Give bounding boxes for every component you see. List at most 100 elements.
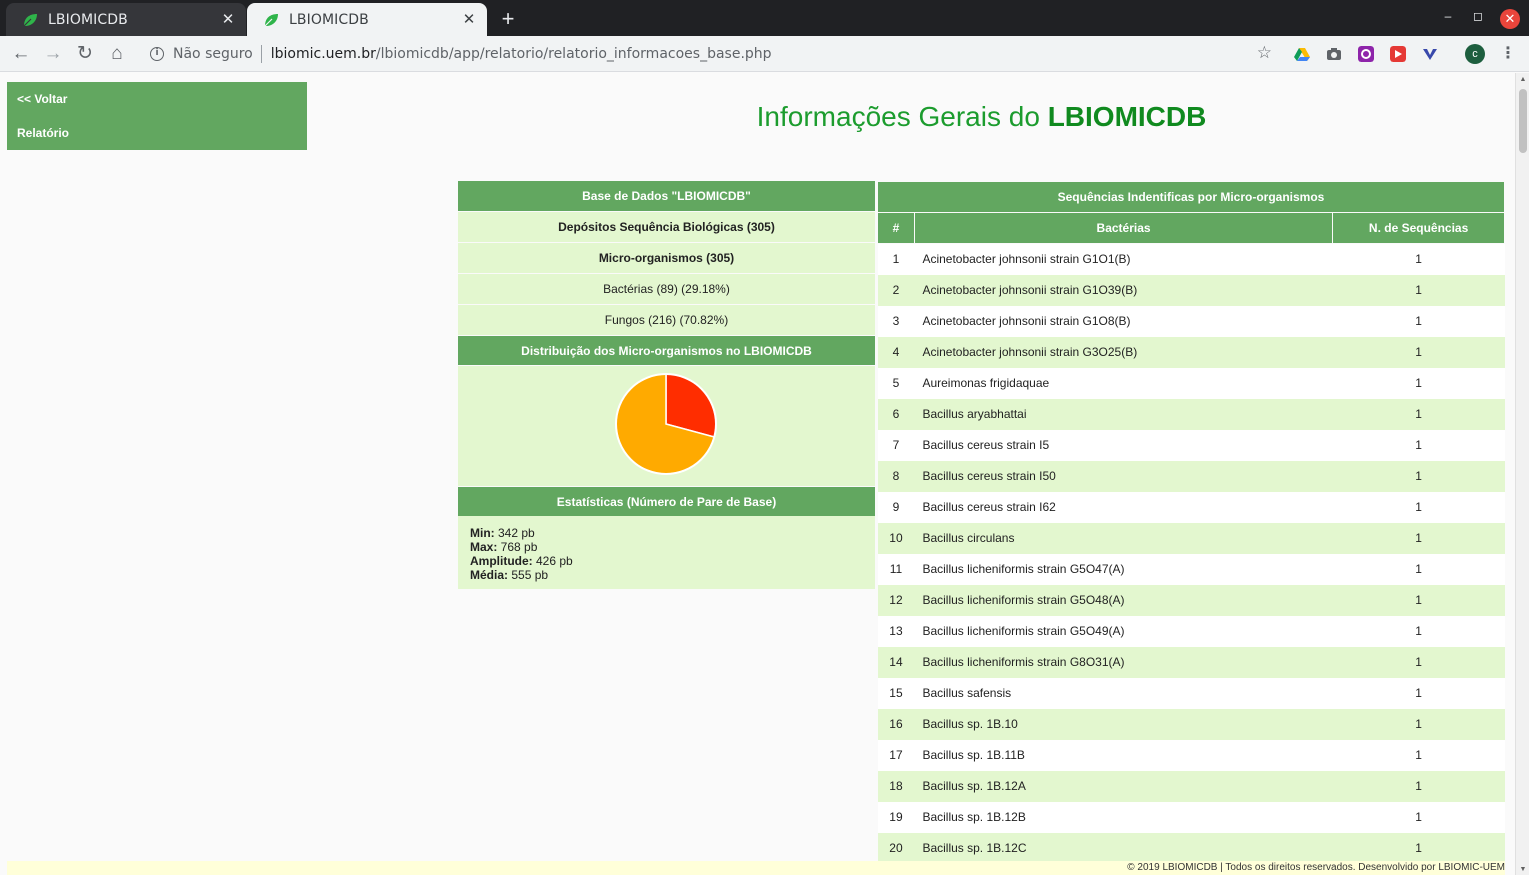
table-row: 9 Bacillus cereus strain I62 1 (877, 491, 1505, 523)
sequence-count: 1 (1332, 305, 1505, 337)
browser-tab[interactable]: LBIOMICDB ✕ (6, 3, 246, 36)
bacteria-name: Bacillus sp. 1B.11B (914, 739, 1333, 771)
home-icon[interactable]: ⌂ (106, 43, 128, 65)
microorganisms-row: Micro-organismos (305) (458, 242, 875, 273)
column-header-count: N. de Sequências (1332, 212, 1505, 244)
table-row: 10 Bacillus circulans 1 (877, 522, 1505, 554)
window-close-icon[interactable]: ✕ (1500, 9, 1520, 29)
row-number: 3 (877, 305, 915, 337)
page-content: << Voltar Relatório Informações Gerais d… (0, 73, 1515, 875)
column-header-number: # (877, 212, 915, 244)
bacteria-name: Bacillus circulans (914, 522, 1333, 554)
bacteria-name: Bacillus licheniformis strain G5O47(A) (914, 553, 1333, 585)
menu-dots-icon[interactable]: ⋮ (1500, 44, 1516, 64)
row-number: 5 (877, 367, 915, 399)
bacteria-name: Acinetobacter johnsonii strain G3O25(B) (914, 336, 1333, 368)
maximize-icon[interactable]: ◻ (1469, 9, 1487, 23)
table-row: 13 Bacillus licheniformis strain G5O49(A)… (877, 615, 1505, 647)
address-bar[interactable]: i Não seguro lbiomic.uem.br/lbiomicdb/ap… (140, 39, 1280, 69)
close-icon[interactable]: ✕ (220, 11, 236, 28)
table-row: 15 Bacillus safensis 1 (877, 677, 1505, 709)
row-number: 19 (877, 801, 915, 833)
avatar[interactable]: c (1465, 44, 1485, 64)
back-link[interactable]: << Voltar (17, 92, 297, 126)
info-icon[interactable]: i (150, 47, 164, 61)
row-number: 18 (877, 770, 915, 802)
sequence-count: 1 (1332, 615, 1505, 647)
bookmark-star-icon[interactable]: ☆ (1257, 43, 1272, 63)
table-row: 6 Bacillus aryabhattai 1 (877, 398, 1505, 430)
database-summary-panel: Base de Dados "LBIOMICDB" Depósitos Sequ… (458, 181, 875, 589)
stat-max: Max: 768 pb (470, 540, 863, 554)
stat-label: Max: (470, 540, 498, 554)
stats-box: Min: 342 pb Max: 768 pb Amplitude: 426 p… (458, 516, 875, 589)
row-number: 13 (877, 615, 915, 647)
table-row: 2 Acinetobacter johnsonii strain G1O39(B)… (877, 274, 1505, 306)
sequence-count: 1 (1332, 801, 1505, 833)
table-row: 12 Bacillus licheniformis strain G5O48(A)… (877, 584, 1505, 616)
sequence-count: 1 (1332, 584, 1505, 616)
scroll-down-icon[interactable]: ▼ (1519, 866, 1527, 873)
sequences-panel: Sequências Indentificas por Micro-organi… (877, 181, 1505, 864)
sequences-header: Sequências Indentificas por Micro-organi… (877, 181, 1505, 213)
table-row: 4 Acinetobacter johnsonii strain G3O25(B)… (877, 336, 1505, 368)
bacteria-name: Bacillus sp. 1B.12C (914, 832, 1333, 864)
table-row: 20 Bacillus sp. 1B.12C 1 (877, 832, 1505, 864)
title-brand: LBIOMICDB (1047, 101, 1207, 132)
db-header: Base de Dados "LBIOMICDB" (458, 181, 875, 211)
camera-icon[interactable] (1326, 46, 1342, 62)
row-number: 15 (877, 677, 915, 709)
browser-tab-active[interactable]: LBIOMICDB ✕ (247, 3, 487, 36)
row-number: 8 (877, 460, 915, 492)
sequence-count: 1 (1332, 522, 1505, 554)
table-row: 11 Bacillus licheniformis strain G5O47(A)… (877, 553, 1505, 585)
reload-icon[interactable]: ↻ (74, 43, 96, 65)
row-number: 9 (877, 491, 915, 523)
extension-icon[interactable] (1358, 46, 1374, 62)
bacteria-name: Bacillus licheniformis strain G5O48(A) (914, 584, 1333, 616)
bacteria-name: Bacillus sp. 1B.12B (914, 801, 1333, 833)
table-row: 1 Acinetobacter johnsonii strain G1O1(B) 1 (877, 243, 1505, 275)
fungi-row: Fungos (216) (70.82%) (458, 304, 875, 335)
sequence-count: 1 (1332, 646, 1505, 678)
sequence-count: 1 (1332, 739, 1505, 771)
sequence-count: 1 (1332, 460, 1505, 492)
row-number: 11 (877, 553, 915, 585)
new-tab-button[interactable]: + (497, 8, 519, 30)
bacteria-name: Bacillus aryabhattai (914, 398, 1333, 430)
row-number: 17 (877, 739, 915, 771)
bacteria-name: Bacillus cereus strain I5 (914, 429, 1333, 461)
row-number: 2 (877, 274, 915, 306)
stat-min: Min: 342 pb (470, 526, 863, 540)
divider (260, 45, 262, 63)
bacteria-name: Acinetobacter johnsonii strain G1O39(B) (914, 274, 1333, 306)
vpn-icon[interactable] (1422, 46, 1438, 62)
bacteria-row: Bactérias (89) (29.18%) (458, 273, 875, 304)
report-link[interactable]: Relatório (17, 126, 297, 160)
footer: © 2019 LBIOMICDB | Todos os direitos res… (7, 861, 1505, 875)
pie-chart-container (458, 365, 875, 486)
scrollbar[interactable]: ▲ ▼ (1515, 73, 1529, 875)
distribution-header: Distribuição dos Micro-organismos no LBI… (458, 335, 875, 365)
table-row: 18 Bacillus sp. 1B.12A 1 (877, 770, 1505, 802)
bacteria-name: Bacillus safensis (914, 677, 1333, 709)
stat-value: 426 pb (532, 554, 573, 568)
close-icon[interactable]: ✕ (461, 11, 477, 28)
bacteria-name: Bacillus licheniformis strain G8O31(A) (914, 646, 1333, 678)
back-arrow-icon[interactable]: ← (10, 43, 32, 65)
bacteria-name: Acinetobacter johnsonii strain G1O1(B) (914, 243, 1333, 275)
media-icon[interactable] (1390, 46, 1406, 62)
drive-icon[interactable] (1294, 46, 1310, 62)
scroll-up-icon[interactable]: ▲ (1519, 76, 1527, 83)
page-title: Informações Gerais do LBIOMICDB (458, 101, 1505, 133)
row-number: 16 (877, 708, 915, 740)
row-number: 10 (877, 522, 915, 554)
bacteria-name: Bacillus cereus strain I50 (914, 460, 1333, 492)
minimize-icon[interactable]: – (1439, 9, 1457, 23)
stat-label: Amplitude: (470, 554, 533, 568)
table-row: 8 Bacillus cereus strain I50 1 (877, 460, 1505, 492)
scroll-thumb[interactable] (1519, 89, 1527, 153)
forward-arrow-icon[interactable]: → (42, 43, 64, 65)
bacteria-name: Aureimonas frigidaquae (914, 367, 1333, 399)
row-number: 14 (877, 646, 915, 678)
